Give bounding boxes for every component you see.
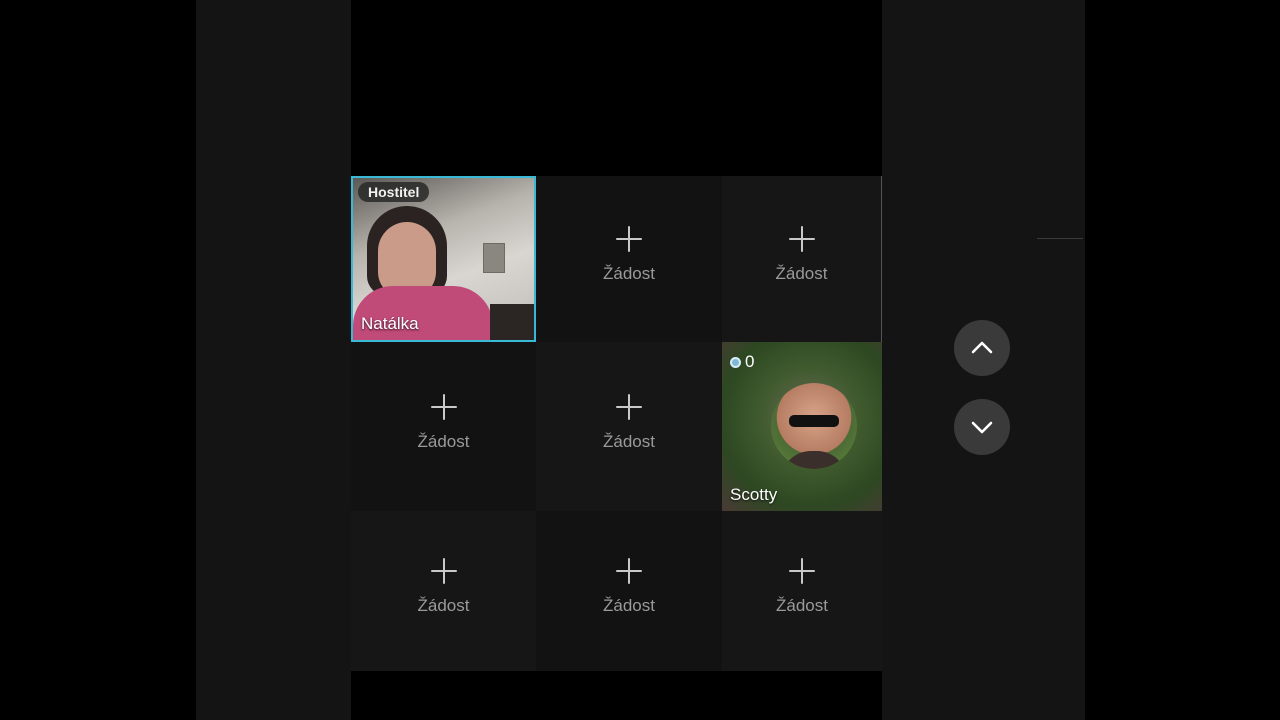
plus-icon xyxy=(616,558,642,584)
wall-picture xyxy=(483,243,505,273)
request-slot[interactable]: Žádost xyxy=(351,342,536,511)
plus-icon xyxy=(430,558,457,584)
host-video-background-object xyxy=(490,304,534,340)
request-slot[interactable]: Žádost xyxy=(536,342,722,511)
sunglasses-shape xyxy=(789,415,839,427)
edge-mark xyxy=(1037,238,1083,239)
request-slot[interactable]: Žádost xyxy=(722,176,882,342)
plus-icon xyxy=(788,226,815,252)
avatar xyxy=(771,383,857,469)
host-name: Natálka xyxy=(361,314,419,333)
request-slot-label: Žádost xyxy=(603,264,655,283)
request-slot-label: Žádost xyxy=(775,264,828,283)
plus-icon xyxy=(616,393,642,420)
host-video-tile[interactable]: Hostitel Natálka xyxy=(351,176,536,342)
request-slot-label: Žádost xyxy=(603,431,655,451)
scroll-down-button[interactable] xyxy=(954,399,1010,455)
guest-name: Scotty xyxy=(730,485,778,504)
gem-icon xyxy=(730,356,741,368)
scroll-up-button[interactable] xyxy=(954,320,1010,376)
request-slot[interactable]: Žádost xyxy=(536,511,722,671)
guest-grid: Hostitel Natálka Žádost Žádost Žádost Žá… xyxy=(351,176,882,671)
request-slot[interactable]: Žádost xyxy=(722,511,882,671)
guest-video-tile[interactable]: 0 Scotty xyxy=(722,342,882,511)
request-slot-label: Žádost xyxy=(417,596,470,615)
request-slot[interactable]: Žádost xyxy=(351,511,536,671)
shirt-shape xyxy=(781,451,847,469)
guest-count-value: 0 xyxy=(745,352,755,371)
request-slot-label: Žádost xyxy=(603,596,655,615)
chevron-up-icon xyxy=(971,341,993,354)
plus-icon xyxy=(616,226,642,252)
left-side-panel xyxy=(196,0,351,720)
request-slot-label: Žádost xyxy=(417,431,470,451)
request-slot[interactable]: Žádost xyxy=(536,176,722,342)
chevron-down-icon xyxy=(971,421,993,434)
plus-icon xyxy=(430,393,457,420)
host-badge: Hostitel xyxy=(358,182,430,202)
request-slot-label: Žádost xyxy=(776,596,828,615)
plus-icon xyxy=(789,558,815,584)
guest-count: 0 xyxy=(730,352,754,372)
